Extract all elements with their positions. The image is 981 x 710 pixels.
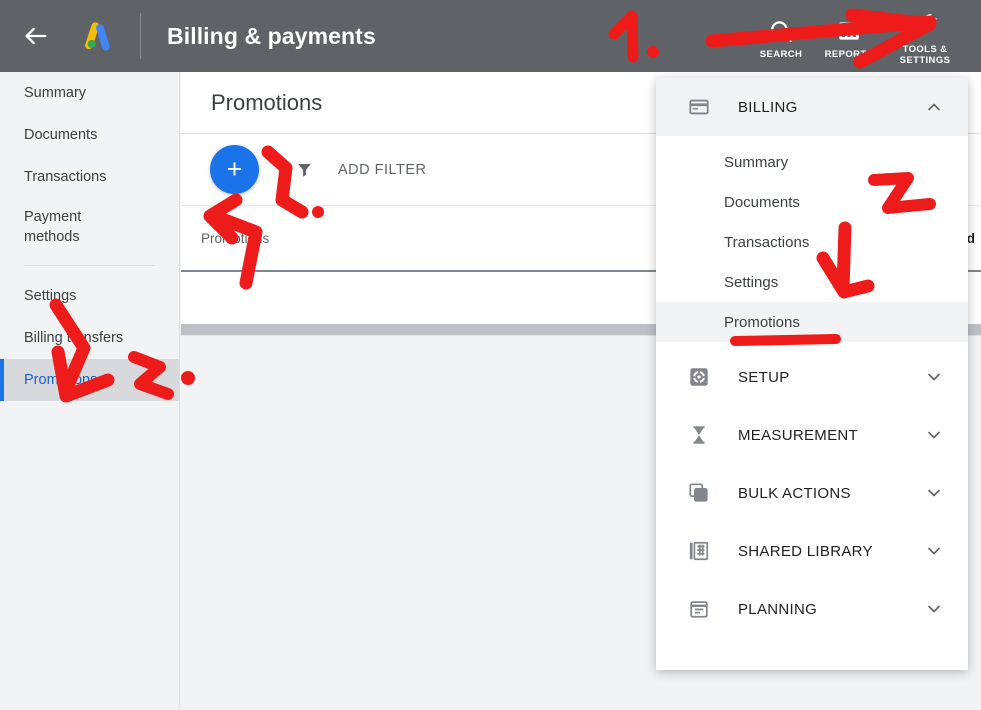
dropdown-item-settings[interactable]: Settings xyxy=(656,262,968,302)
copy-stack-icon xyxy=(686,482,712,504)
chevron-down-icon[interactable] xyxy=(924,425,944,445)
topbar-search-button[interactable]: SEARCH xyxy=(747,0,815,72)
dropdown-item-transactions[interactable]: Transactions xyxy=(656,222,968,262)
table-column-header-promotions[interactable]: Promotions xyxy=(201,231,269,246)
calendar-icon xyxy=(686,598,712,620)
sidebar-item-label: Payment methods xyxy=(24,209,81,245)
gear-icon xyxy=(686,366,712,388)
sidebar-item-label: Billing transfers xyxy=(24,330,123,346)
chevron-down-icon[interactable] xyxy=(924,483,944,503)
hourglass-icon xyxy=(686,424,712,446)
dropdown-section-measurement[interactable]: MEASUREMENT xyxy=(656,406,968,464)
credit-card-icon xyxy=(686,96,712,118)
topbar-reports-label: REPORTS xyxy=(825,49,874,60)
sidebar-item-billing-transfers[interactable]: Billing transfers xyxy=(0,317,179,359)
sidebar-item-label: Settings xyxy=(24,288,76,304)
chevron-down-icon[interactable] xyxy=(924,367,944,387)
sidebar-divider xyxy=(24,265,155,266)
google-ads-logo[interactable] xyxy=(80,19,114,53)
left-sidebar: Summary Documents Transactions Payment m… xyxy=(0,72,180,710)
dropdown-section-shared-library[interactable]: SHARED LIBRARY xyxy=(656,522,968,580)
sidebar-item-payment-methods[interactable]: Payment methods xyxy=(0,198,179,256)
topbar-reports-button[interactable]: REPORTS xyxy=(815,0,883,72)
search-icon xyxy=(768,16,794,46)
add-filter-button[interactable]: ADD FILTER xyxy=(338,162,427,178)
plus-icon: + xyxy=(227,156,243,183)
topbar-tools-settings-button[interactable]: TOOLS & SETTINGS xyxy=(883,0,967,72)
chevron-down-icon[interactable] xyxy=(924,599,944,619)
add-promotion-button[interactable]: + xyxy=(210,145,259,194)
dropdown-section-label: BULK ACTIONS xyxy=(738,485,924,502)
dropdown-section-label: PLANNING xyxy=(738,601,924,618)
dropdown-item-label: Promotions xyxy=(724,314,800,331)
wrench-icon xyxy=(912,11,939,41)
dropdown-section-label: SHARED LIBRARY xyxy=(738,543,924,560)
dropdown-section-setup[interactable]: SETUP xyxy=(656,348,968,406)
reports-icon xyxy=(836,16,862,46)
chevron-up-icon[interactable] xyxy=(924,97,944,117)
topbar-tools-settings-label: TOOLS & SETTINGS xyxy=(883,44,967,66)
dropdown-item-label: Documents xyxy=(724,194,800,211)
sidebar-item-label: Promotions xyxy=(24,372,97,388)
topbar-divider xyxy=(140,13,141,59)
dropdown-item-label: Transactions xyxy=(724,234,809,251)
arrow-left-icon[interactable] xyxy=(22,22,50,50)
sidebar-item-label: Transactions xyxy=(24,169,106,185)
dropdown-item-summary[interactable]: Summary xyxy=(656,142,968,182)
sidebar-item-summary[interactable]: Summary xyxy=(0,72,179,114)
dropdown-section-planning[interactable]: PLANNING xyxy=(656,580,968,638)
dropdown-section-label: MEASUREMENT xyxy=(738,427,924,444)
dropdown-section-label: SETUP xyxy=(738,369,924,386)
sidebar-item-label: Summary xyxy=(24,85,86,101)
sidebar-item-transactions[interactable]: Transactions xyxy=(0,156,179,198)
topbar-search-label: SEARCH xyxy=(760,49,803,60)
chevron-down-icon[interactable] xyxy=(924,541,944,561)
page-title: Billing & payments xyxy=(167,23,376,50)
dropdown-item-label: Settings xyxy=(724,274,778,291)
dropdown-item-label: Summary xyxy=(724,154,788,171)
sidebar-item-settings[interactable]: Settings xyxy=(0,275,179,317)
promotions-heading: Promotions xyxy=(211,90,322,116)
library-grid-icon xyxy=(686,540,712,562)
sidebar-item-label: Documents xyxy=(24,127,97,143)
dropdown-item-promotions[interactable]: Promotions xyxy=(656,302,968,342)
filter-funnel-icon[interactable] xyxy=(295,160,314,179)
sidebar-item-promotions[interactable]: Promotions xyxy=(0,359,179,401)
dropdown-item-documents[interactable]: Documents xyxy=(656,182,968,222)
topbar-right-edge xyxy=(973,0,981,72)
sidebar-item-documents[interactable]: Documents xyxy=(0,114,179,156)
app-root: Billing & payments SEARCH xyxy=(0,0,981,710)
top-app-bar: Billing & payments SEARCH xyxy=(0,0,981,72)
dropdown-section-label: BILLING xyxy=(738,99,924,116)
dropdown-section-bulk-actions[interactable]: BULK ACTIONS xyxy=(656,464,968,522)
tools-settings-dropdown: BILLING Summary Documents Transactions S… xyxy=(656,78,968,670)
dropdown-section-billing[interactable]: BILLING xyxy=(656,78,968,136)
